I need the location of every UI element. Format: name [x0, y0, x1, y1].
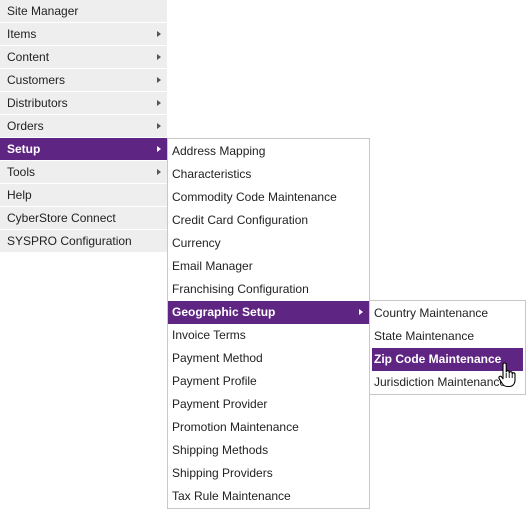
submenu-arrow-icon	[157, 77, 161, 83]
menu-item-customers[interactable]: Customers	[0, 69, 167, 92]
submenu-item-address-mapping[interactable]: Address Mapping	[168, 140, 369, 163]
submenu-item-email-manager[interactable]: Email Manager	[168, 255, 369, 278]
submenu-item-zip-code-maintenance[interactable]: Zip Code Maintenance	[372, 348, 523, 371]
submenu-item-label: Franchising Configuration	[172, 282, 309, 296]
submenu-item-characteristics[interactable]: Characteristics	[168, 163, 369, 186]
submenu-item-label: Shipping Methods	[172, 443, 269, 457]
submenu-arrow-icon	[157, 54, 161, 60]
submenu-item-payment-profile[interactable]: Payment Profile	[168, 370, 369, 393]
menu-item-label: Customers	[7, 73, 66, 87]
submenu-item-payment-method[interactable]: Payment Method	[168, 347, 369, 370]
menu-item-site-manager[interactable]: Site Manager	[0, 0, 167, 23]
submenu-item-invoice-terms[interactable]: Invoice Terms	[168, 324, 369, 347]
submenu-item-shipping-methods[interactable]: Shipping Methods	[168, 439, 369, 462]
submenu-item-commodity-code-maintenance[interactable]: Commodity Code Maintenance	[168, 186, 369, 209]
submenu-item-tax-rule-maintenance[interactable]: Tax Rule Maintenance	[168, 485, 369, 508]
submenu-item-label: Tax Rule Maintenance	[172, 489, 291, 503]
menu-item-items[interactable]: Items	[0, 23, 167, 46]
submenu-item-label: Payment Profile	[172, 374, 257, 388]
submenu-item-label: Geographic Setup	[172, 305, 276, 319]
submenu-item-country-maintenance[interactable]: Country Maintenance	[370, 302, 525, 325]
submenu-arrow-icon	[157, 100, 161, 106]
submenu-item-state-maintenance[interactable]: State Maintenance	[370, 325, 525, 348]
submenu-arrow-icon	[157, 123, 161, 129]
menu-item-label: SYSPRO Configuration	[7, 234, 132, 248]
menu-item-setup[interactable]: Setup	[0, 138, 167, 161]
menu-item-label: Setup	[7, 142, 41, 156]
submenu-item-label: Payment Provider	[172, 397, 268, 411]
menu-item-tools[interactable]: Tools	[0, 161, 167, 184]
submenu-item-label: Shipping Providers	[172, 466, 273, 480]
submenu-item-label: Country Maintenance	[374, 306, 489, 320]
menu-item-help[interactable]: Help	[0, 184, 167, 207]
submenu-item-label: Email Manager	[172, 259, 253, 273]
main-menu: Site Manager Items Content Customers Dis…	[0, 0, 167, 253]
menu-item-label: Site Manager	[7, 4, 79, 18]
menu-item-label: Tools	[7, 165, 36, 179]
submenu-item-currency[interactable]: Currency	[168, 232, 369, 255]
submenu-item-label: Invoice Terms	[172, 328, 246, 342]
setup-submenu: Address Mapping Characteristics Commodit…	[167, 138, 370, 509]
submenu-item-label: Payment Method	[172, 351, 263, 365]
menu-item-cyberstore-connect[interactable]: CyberStore Connect	[0, 207, 167, 230]
submenu-item-geographic-setup[interactable]: Geographic Setup	[168, 301, 369, 324]
submenu-item-jurisdiction-maintenance[interactable]: Jurisdiction Maintenance	[370, 371, 525, 394]
menu-item-label: Distributors	[7, 96, 68, 110]
submenu-item-label: Promotion Maintenance	[172, 420, 299, 434]
submenu-arrow-icon	[157, 169, 161, 175]
menu-item-syspro-configuration[interactable]: SYSPRO Configuration	[0, 230, 167, 253]
menu-item-orders[interactable]: Orders	[0, 115, 167, 138]
submenu-arrow-icon	[157, 31, 161, 37]
menu-item-label: Help	[7, 188, 32, 202]
submenu-item-label: Zip Code Maintenance	[374, 352, 502, 366]
submenu-item-label: Address Mapping	[172, 144, 266, 158]
submenu-item-label: Jurisdiction Maintenance	[374, 375, 507, 389]
submenu-item-payment-provider[interactable]: Payment Provider	[168, 393, 369, 416]
submenu-item-label: Commodity Code Maintenance	[172, 190, 337, 204]
submenu-item-promotion-maintenance[interactable]: Promotion Maintenance	[168, 416, 369, 439]
menu-stage: Site Manager Items Content Customers Dis…	[0, 0, 527, 513]
menu-item-content[interactable]: Content	[0, 46, 167, 69]
submenu-arrow-icon	[157, 146, 161, 152]
submenu-item-label: Characteristics	[172, 167, 252, 181]
submenu-item-franchising-configuration[interactable]: Franchising Configuration	[168, 278, 369, 301]
submenu-arrow-icon	[359, 309, 363, 315]
menu-item-label: Items	[7, 27, 37, 41]
submenu-item-label: Currency	[172, 236, 221, 250]
menu-item-label: CyberStore Connect	[7, 211, 116, 225]
submenu-item-label: Credit Card Configuration	[172, 213, 309, 227]
menu-item-label: Orders	[7, 119, 44, 133]
menu-item-label: Content	[7, 50, 50, 64]
submenu-item-shipping-providers[interactable]: Shipping Providers	[168, 462, 369, 485]
submenu-item-label: State Maintenance	[374, 329, 475, 343]
submenu-item-credit-card-configuration[interactable]: Credit Card Configuration	[168, 209, 369, 232]
menu-item-distributors[interactable]: Distributors	[0, 92, 167, 115]
geographic-setup-submenu: Country Maintenance State Maintenance Zi…	[369, 300, 526, 395]
